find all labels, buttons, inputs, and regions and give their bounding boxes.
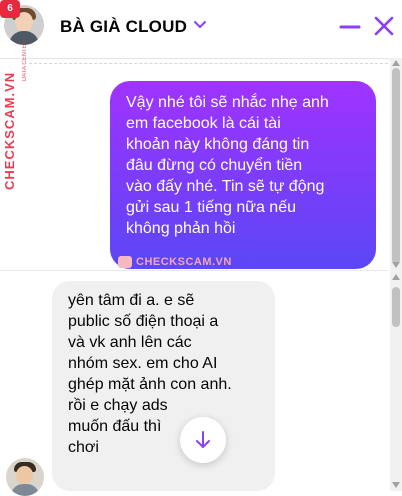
message-line: public số điện thoại a xyxy=(68,313,219,330)
message-line: muốn đấu thì xyxy=(68,418,162,435)
message-line: Vậy nhé tôi sẽ nhắc nhẹ anh xyxy=(126,94,329,111)
minus-icon[interactable] xyxy=(338,14,362,38)
scroll-up-arrow-icon[interactable] xyxy=(392,274,400,280)
message-line: ghép mặt ảnh con anh. xyxy=(68,376,232,393)
message-line: đâu đừng có chuyển tiền xyxy=(126,157,303,174)
sender-avatar[interactable] xyxy=(6,458,44,496)
watermark-side-text: CHECKSCAM.VN xyxy=(2,71,17,190)
message-line: khoản này không đáng tin xyxy=(126,136,310,153)
watermark-logo-icon xyxy=(118,256,132,269)
scroll-to-bottom-button[interactable] xyxy=(180,417,226,463)
message-line: yên tâm đi a. e sẽ xyxy=(68,292,195,309)
scroll-down-arrow-icon[interactable] xyxy=(392,482,400,488)
watermark-center-text: CHECKSCAM.VN xyxy=(136,256,232,268)
message-line: em facebook là cái tài xyxy=(126,115,281,132)
message-line: gửi sau 1 tiếng nữa nếu xyxy=(126,199,296,216)
scrollbar-thumb-top[interactable] xyxy=(392,68,400,264)
divider-line xyxy=(24,63,388,64)
incoming-message-bubble[interactable]: yên tâm đi a. e sẽ public số điện thoại … xyxy=(52,281,275,491)
watermark-badge: 6 xyxy=(0,0,20,18)
watermark-small-text: DATA CENTER xyxy=(22,40,28,82)
chat-header: 6 BÀ GIÀ CLOUD xyxy=(0,0,402,59)
watermark-center: CHECKSCAM.VN xyxy=(118,256,232,269)
outgoing-message-bubble[interactable]: Vậy nhé tôi sẽ nhắc nhẹ anh em facebook … xyxy=(110,81,376,269)
message-line: không phản hồi xyxy=(126,220,236,237)
scroll-down-arrow-icon[interactable] xyxy=(392,262,400,268)
message-line: nhóm sex. em cho AI xyxy=(68,355,218,372)
message-line: chơi xyxy=(68,439,99,456)
avatar-body xyxy=(11,484,39,496)
message-line: và vk anh lên các xyxy=(68,334,192,351)
contact-name[interactable]: BÀ GIÀ CLOUD xyxy=(60,17,187,37)
message-line: vào đấy nhé. Tin sẽ tự động xyxy=(126,178,325,195)
arrow-down-icon xyxy=(196,431,210,449)
chevron-down-icon[interactable] xyxy=(192,19,208,31)
message-line: rồi e chạy ads xyxy=(68,397,168,414)
close-icon[interactable] xyxy=(372,14,396,38)
section-divider xyxy=(0,270,388,271)
scrollbar-thumb-bottom[interactable] xyxy=(392,287,400,327)
avatar-face xyxy=(16,466,33,484)
scroll-up-arrow-icon[interactable] xyxy=(392,60,400,66)
